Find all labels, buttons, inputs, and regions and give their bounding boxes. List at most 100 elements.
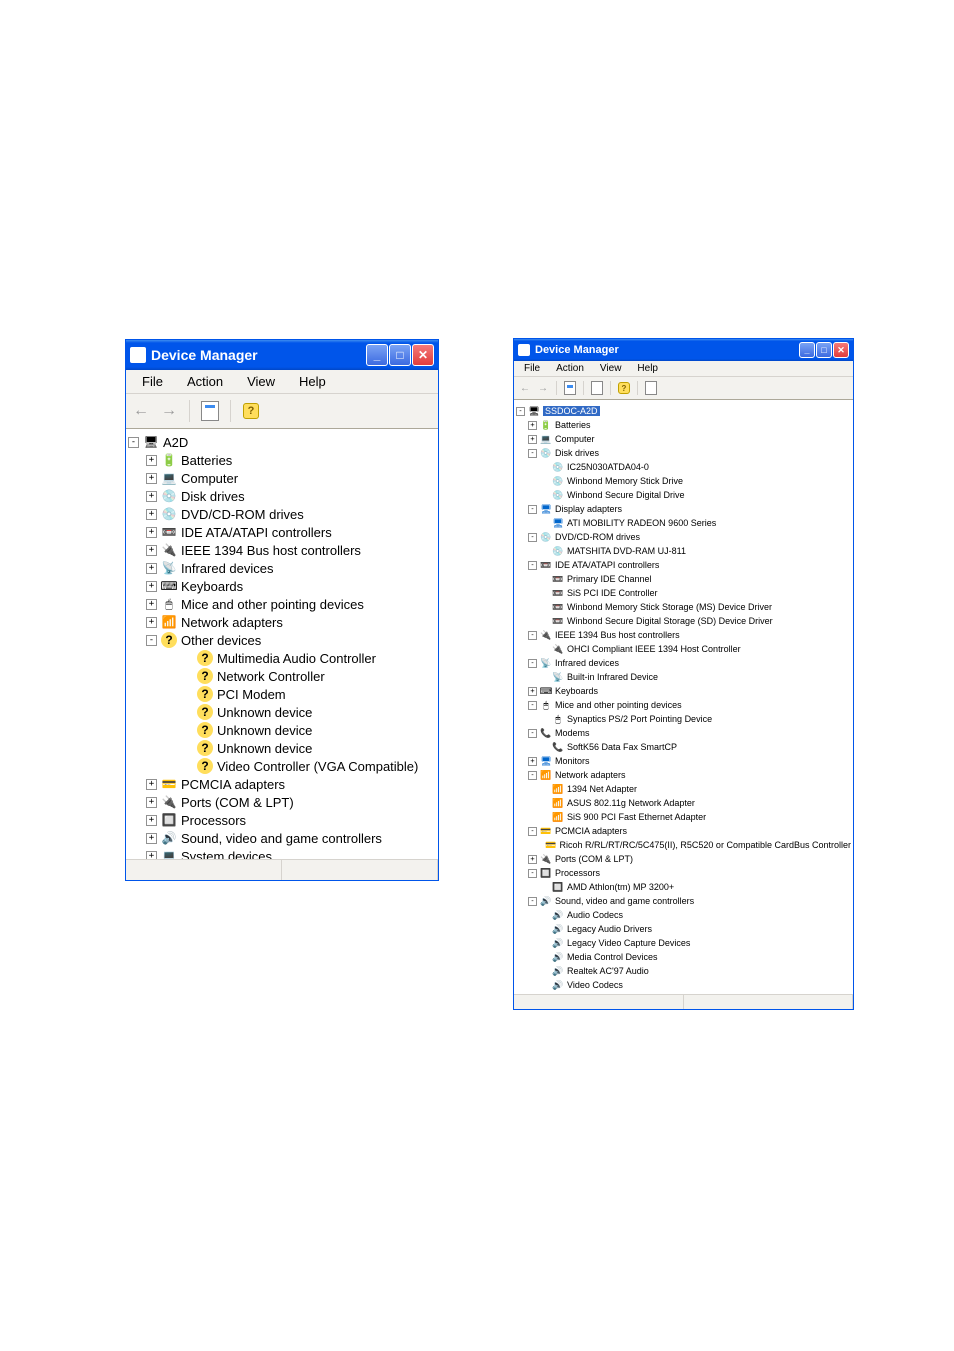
tree-item[interactable]: -IDE ATA/ATAPI controllers (516, 558, 851, 572)
tree-item[interactable]: +Sound, video and game controllers (128, 829, 436, 847)
tree-item[interactable]: Built-in Infrared Device (516, 670, 851, 684)
tree-item[interactable]: Network Controller (128, 667, 436, 685)
tree-item[interactable]: +System devices (128, 847, 436, 859)
tree-item[interactable]: Winbond Secure Digital Drive (516, 488, 851, 502)
tree-item[interactable]: +Ports (COM & LPT) (516, 852, 851, 866)
tree-root[interactable]: - SSDOC-A2D (516, 404, 851, 418)
tree-item[interactable]: PCI Modem (128, 685, 436, 703)
menu-file[interactable]: File (516, 362, 548, 375)
collapse-icon[interactable]: - (528, 533, 537, 542)
collapse-icon[interactable]: - (516, 407, 525, 416)
expand-icon[interactable]: + (146, 473, 157, 484)
collapse-icon[interactable]: - (528, 827, 537, 836)
expand-icon[interactable]: + (146, 545, 157, 556)
tree-item[interactable]: SiS 900 PCI Fast Ethernet Adapter (516, 810, 851, 824)
tree-item[interactable]: +IDE ATA/ATAPI controllers (128, 523, 436, 541)
tree-item[interactable]: OHCI Compliant IEEE 1394 Host Controller (516, 642, 851, 656)
tree-item[interactable]: +Computer (128, 469, 436, 487)
collapse-icon[interactable]: - (528, 701, 537, 710)
device-tree[interactable]: - SSDOC-A2D +Batteries+Computer-Disk dri… (514, 400, 853, 994)
expand-icon[interactable]: + (528, 855, 537, 864)
tree-item[interactable]: -Modems (516, 726, 851, 740)
tree-item[interactable]: Primary IDE Channel (516, 572, 851, 586)
minimize-button[interactable]: _ (799, 342, 815, 358)
expand-icon[interactable]: + (146, 815, 157, 826)
tree-item[interactable]: MATSHITA DVD-RAM UJ-811 (516, 544, 851, 558)
tree-item[interactable]: Ricoh R/RL/RT/RC/5C475(II), R5C520 or Co… (516, 838, 851, 852)
tree-item[interactable]: Media Control Devices (516, 950, 851, 964)
tree-item[interactable]: +Keyboards (128, 577, 436, 595)
tree-item[interactable]: Audio Codecs (516, 908, 851, 922)
collapse-icon[interactable]: - (528, 631, 537, 640)
tree-item[interactable]: Unknown device (128, 703, 436, 721)
expand-icon[interactable]: + (146, 599, 157, 610)
tree-item[interactable]: Video Codecs (516, 978, 851, 992)
tree-item[interactable]: +PCMCIA adapters (128, 775, 436, 793)
properties-button[interactable] (563, 381, 577, 395)
tree-item[interactable]: ASUS 802.11g Network Adapter (516, 796, 851, 810)
tree-item[interactable]: 1394 Net Adapter (516, 782, 851, 796)
expand-icon[interactable]: + (146, 491, 157, 502)
tree-item[interactable]: -Disk drives (516, 446, 851, 460)
tree-item[interactable]: +Mice and other pointing devices (128, 595, 436, 613)
tree-item[interactable]: -Processors (516, 866, 851, 880)
tree-item[interactable]: Winbond Secure Digital Storage (SD) Devi… (516, 614, 851, 628)
tree-item[interactable]: +Disk drives (128, 487, 436, 505)
expand-icon[interactable]: + (146, 581, 157, 592)
collapse-icon[interactable]: - (528, 505, 537, 514)
tree-item[interactable]: +Processors (128, 811, 436, 829)
tree-item[interactable]: -DVD/CD-ROM drives (516, 530, 851, 544)
tree-item[interactable]: Realtek AC'97 Audio (516, 964, 851, 978)
menu-action[interactable]: Action (548, 362, 592, 375)
close-button[interactable]: ✕ (412, 344, 434, 366)
help-button[interactable]: ? (617, 381, 631, 395)
tree-item[interactable]: Unknown device (128, 739, 436, 757)
collapse-icon[interactable]: - (528, 729, 537, 738)
tree-root[interactable]: - A2D (128, 433, 436, 451)
collapse-icon[interactable]: - (528, 897, 537, 906)
collapse-icon[interactable]: - (528, 771, 537, 780)
tree-item[interactable]: -Other devices (128, 631, 436, 649)
expand-icon[interactable]: + (146, 833, 157, 844)
properties-button[interactable] (199, 400, 221, 422)
tree-item[interactable]: +Computer (516, 432, 851, 446)
tree-item[interactable]: +Batteries (516, 418, 851, 432)
tree-item[interactable]: Synaptics PS/2 Port Pointing Device (516, 712, 851, 726)
expand-icon[interactable]: + (146, 617, 157, 628)
titlebar[interactable]: Device Manager _ □ ✕ (126, 340, 438, 370)
tree-item[interactable]: Winbond Memory Stick Storage (MS) Device… (516, 600, 851, 614)
expand-icon[interactable]: + (146, 509, 157, 520)
tree-item[interactable]: Legacy Video Capture Devices (516, 936, 851, 950)
tree-item[interactable]: Video Controller (VGA Compatible) (128, 757, 436, 775)
tree-item[interactable]: -Sound, video and game controllers (516, 894, 851, 908)
tree-item[interactable]: Unknown device (128, 721, 436, 739)
tree-item[interactable]: +Network adapters (128, 613, 436, 631)
tree-item[interactable]: -Infrared devices (516, 656, 851, 670)
menu-help[interactable]: Help (287, 372, 338, 391)
tree-item[interactable]: +Infrared devices (128, 559, 436, 577)
expand-icon[interactable]: + (146, 779, 157, 790)
tree-item[interactable]: +Ports (COM & LPT) (128, 793, 436, 811)
collapse-icon[interactable]: - (528, 561, 537, 570)
tree-item[interactable]: +DVD/CD-ROM drives (128, 505, 436, 523)
expand-icon[interactable]: + (528, 687, 537, 696)
menu-view[interactable]: View (235, 372, 287, 391)
tree-item[interactable]: +Batteries (128, 451, 436, 469)
device-tree[interactable]: - A2D +Batteries+Computer+Disk drives+DV… (126, 429, 438, 859)
print-button[interactable] (590, 381, 604, 395)
expand-icon[interactable]: + (528, 435, 537, 444)
menu-view[interactable]: View (592, 362, 630, 375)
tree-item[interactable]: AMD Athlon(tm) MP 3200+ (516, 880, 851, 894)
collapse-icon[interactable]: - (528, 659, 537, 668)
tree-item[interactable]: IC25N030ATDA04-0 (516, 460, 851, 474)
tree-item[interactable]: -IEEE 1394 Bus host controllers (516, 628, 851, 642)
tree-item[interactable]: SoftK56 Data Fax SmartCP (516, 740, 851, 754)
expand-icon[interactable]: + (528, 421, 537, 430)
scan-button[interactable] (644, 381, 658, 395)
tree-item[interactable]: -Network adapters (516, 768, 851, 782)
menu-action[interactable]: Action (175, 372, 235, 391)
collapse-icon[interactable]: - (528, 449, 537, 458)
tree-item[interactable]: -Display adapters (516, 502, 851, 516)
tree-item[interactable]: -Mice and other pointing devices (516, 698, 851, 712)
tree-item[interactable]: -PCMCIA adapters (516, 824, 851, 838)
